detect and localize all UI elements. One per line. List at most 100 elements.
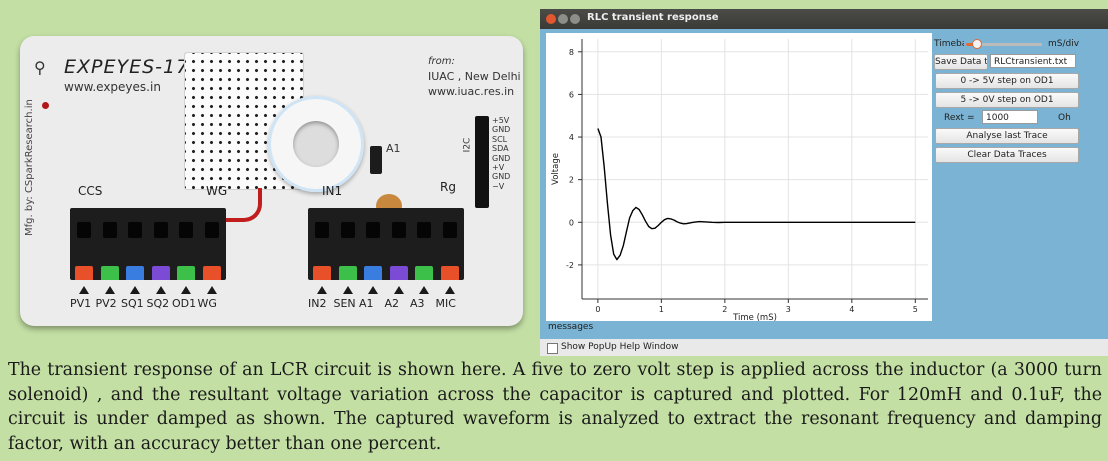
i2c-header (475, 116, 489, 208)
x-tick-label: 1 (659, 305, 664, 314)
caption-text: The transient response of an LCR circuit… (8, 360, 1102, 454)
pin-label-a1: A1 (359, 297, 374, 310)
terminal-pv2[interactable] (100, 208, 120, 280)
y-tick-label: 4 (569, 133, 574, 142)
terminal-hole (77, 222, 91, 238)
terminal-mic[interactable] (440, 208, 460, 280)
terminal-hole (340, 222, 355, 238)
timebase-slider[interactable] (966, 39, 1042, 49)
terminal-lever (364, 266, 382, 280)
clear-traces-button[interactable]: Clear Data Traces (935, 147, 1079, 163)
y-tick-label: 0 (569, 218, 574, 227)
terminal-lever (415, 266, 433, 280)
rext-unit: Oh (1058, 113, 1071, 123)
terminal-hole (102, 222, 117, 238)
right-terminal-block (308, 208, 464, 280)
i2c-pin-label: −V (492, 181, 505, 191)
pin-arrow-icon (206, 286, 217, 294)
step-up-button[interactable]: 0 -> 5V step on OD1 (935, 73, 1079, 89)
ccs-label: CCS (78, 184, 103, 198)
pin-label-a2: A2 (384, 297, 400, 310)
pin-label-od1: OD1 (172, 297, 197, 310)
timebase-label: Timebase (934, 39, 964, 49)
minimize-icon[interactable] (558, 14, 568, 24)
i2c-pin-label: GND (492, 172, 511, 182)
rext-row: Rext = 1000 Oh (934, 110, 1080, 126)
org-website: www.iuac.res.in (428, 85, 515, 98)
pin-label-in2: IN2 (308, 297, 327, 310)
pin-arrow-icon (79, 286, 89, 294)
left-terminal-block (70, 208, 226, 280)
terminal-sq2[interactable] (151, 208, 171, 280)
rext-input[interactable]: 1000 (982, 110, 1038, 124)
usb-icon: ⚲ (34, 58, 46, 77)
i2c-pin-label: SCL (492, 134, 508, 144)
terminal-hole (391, 222, 406, 238)
terminal-lever (151, 266, 170, 280)
board-brand: EXPEYES-17 (64, 56, 190, 78)
terminal-a2[interactable] (389, 208, 409, 280)
pin-arrow-icon (419, 286, 429, 294)
pin-arrow-icon (393, 286, 404, 294)
solenoid-coil (268, 96, 364, 192)
pin-label-pv2: PV2 (95, 297, 117, 310)
window-title: RLC transient response (587, 12, 719, 23)
terminal-wg[interactable] (202, 208, 222, 280)
popup-help-checkbox[interactable] (547, 343, 558, 354)
terminal-sq1[interactable] (125, 208, 145, 280)
pin-arrow-icon (130, 286, 140, 294)
y-tick-label: 6 (569, 90, 574, 99)
x-tick-label: 5 (913, 305, 918, 314)
terminal-od1[interactable] (176, 208, 196, 280)
save-data-button[interactable]: Save Data to (934, 54, 988, 70)
timebase-slider-handle[interactable] (972, 39, 983, 49)
terminal-hole (153, 222, 168, 238)
terminal-hole (204, 222, 219, 238)
voltage-plot[interactable]: 0 1 2 3 4 5 -2 0 2 4 6 8 Time (mS) Voltage (546, 33, 932, 321)
analyse-trace-button[interactable]: Analyse last Trace (935, 128, 1079, 144)
step-down-button[interactable]: 5 -> 0V step on OD1 (935, 92, 1079, 108)
pin-label-sq2: SQ2 (146, 297, 170, 310)
terminal-lever (75, 266, 93, 280)
x-axis-label: Time (mS) (732, 313, 777, 321)
power-led (42, 102, 49, 109)
pin-arrow-icon (317, 286, 327, 294)
board-website: www.expeyes.in (64, 80, 161, 94)
terminal-lever (389, 266, 408, 280)
y-axis-label: Voltage (551, 153, 561, 185)
maximize-icon[interactable] (570, 14, 580, 24)
org-label: IUAC , New Delhi (428, 70, 521, 83)
a1-socket (370, 146, 382, 174)
pin-arrow-icon (104, 286, 115, 294)
i2c-pin-labels: +5V GND SCL SDA GND +V GND −V (492, 116, 510, 191)
filename-input[interactable]: RLCtransient.txt (990, 54, 1076, 68)
terminal-in2[interactable] (312, 208, 332, 280)
a1-label: A1 (386, 142, 401, 155)
terminal-a1[interactable] (363, 208, 383, 280)
timebase-row: Timebase mS/div (934, 36, 1080, 52)
device-photo: ⚲ EXPEYES-17 www.expeyes.in Mfg. by: CSp… (0, 0, 540, 346)
from-label: from: (428, 56, 455, 67)
i2c-pin-label: GND (492, 125, 511, 135)
i2c-pin-label: +V (492, 163, 505, 173)
terminal-a3[interactable] (414, 208, 434, 280)
terminal-sen[interactable] (338, 208, 358, 280)
terminal-lever (440, 266, 459, 280)
terminal-hole (417, 222, 431, 238)
rlc-window: RLC transient response 0 1 2 3 4 5 -2 0 2 4 6 8 Time… (540, 9, 1108, 356)
terminal-lever (126, 266, 144, 280)
manufacturer-label: Mfg. by: CSparkResearch.in (24, 99, 35, 236)
pin-arrow-icon (155, 286, 166, 294)
pin-arrow-icon (368, 286, 378, 294)
in1-label: IN1 (322, 184, 343, 198)
y-tick-label: 2 (569, 176, 574, 185)
rg-label: Rg (440, 180, 456, 194)
pin-label-sq1: SQ1 (121, 297, 144, 310)
terminal-pv1[interactable] (74, 208, 94, 280)
terminal-hole (315, 222, 329, 238)
i2c-label: I2C (462, 137, 473, 153)
expeyes-board: ⚲ EXPEYES-17 www.expeyes.in Mfg. by: CSp… (20, 36, 523, 326)
y-tick-label: -2 (566, 261, 574, 270)
close-icon[interactable] (546, 14, 556, 24)
pin-arrow-icon (444, 286, 455, 294)
